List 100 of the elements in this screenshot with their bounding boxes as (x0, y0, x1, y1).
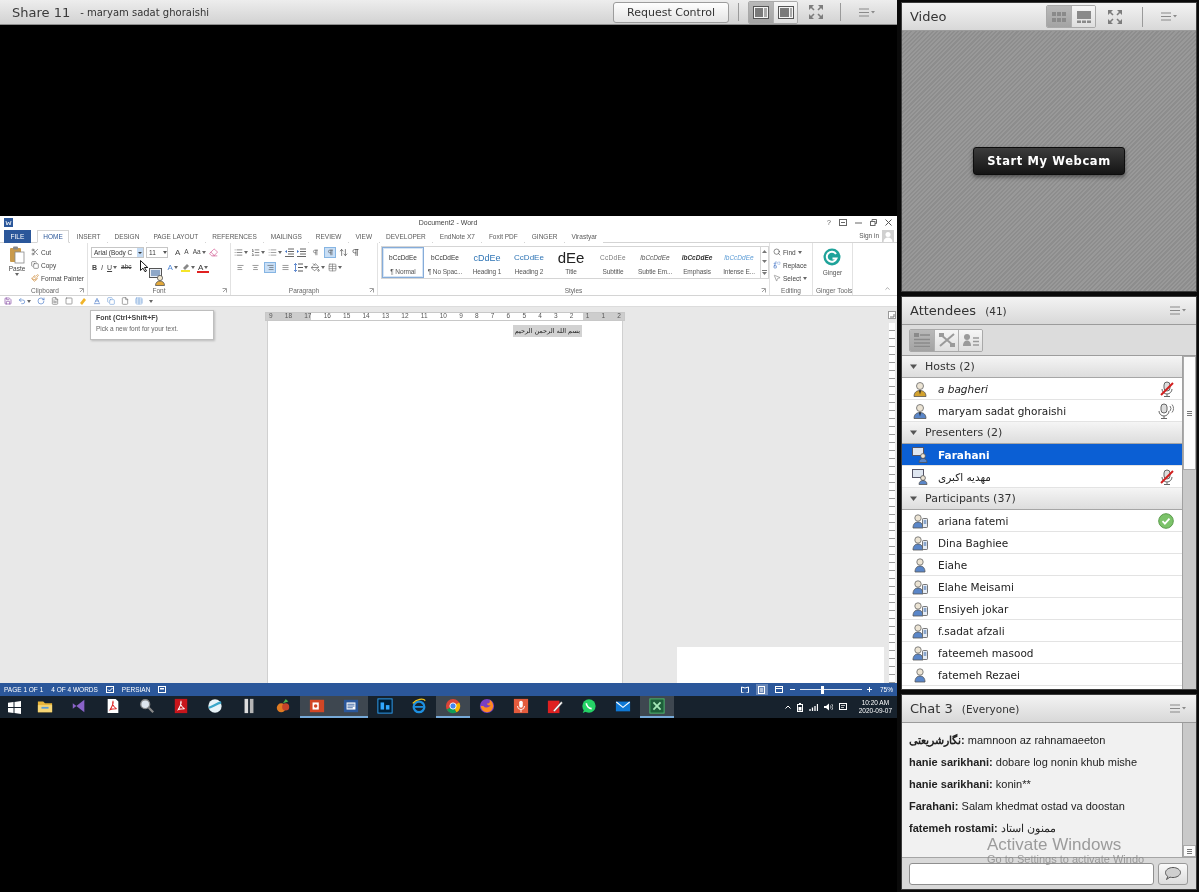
search-icon[interactable] (773, 248, 781, 256)
layout-toggle-button[interactable] (1047, 6, 1071, 27)
send-button[interactable] (1158, 862, 1188, 885)
attendee-row[interactable]: maryam sadat ghoraishi (902, 400, 1182, 422)
caret-icon[interactable] (204, 266, 209, 269)
view-toggle-button[interactable] (910, 329, 934, 351)
layout-toggle-button[interactable] (1071, 6, 1095, 27)
menu-icon[interactable] (859, 7, 875, 17)
scrollbar-thumb[interactable] (1183, 845, 1196, 857)
signal-icon[interactable] (808, 703, 818, 711)
text-color-icon[interactable] (93, 297, 101, 305)
more-styles-icon[interactable] (762, 269, 767, 275)
scissors-icon[interactable] (31, 248, 39, 256)
restore-icon[interactable] (870, 219, 877, 226)
dialog-launcher-icon[interactable] (369, 287, 374, 293)
caret-icon[interactable] (278, 251, 282, 254)
text-effects-button[interactable]: A (166, 262, 179, 273)
copy-icon[interactable] (31, 261, 39, 269)
borders-icon[interactable] (328, 263, 337, 272)
close-icon[interactable] (885, 219, 892, 226)
group-header[interactable]: Presenters (2) (902, 422, 1182, 444)
bullets-icon[interactable] (234, 248, 243, 257)
taskbar-button[interactable] (334, 696, 368, 718)
view-button[interactable] (756, 684, 768, 695)
highlighter-icon[interactable] (180, 263, 190, 272)
scroll-up-icon[interactable] (762, 250, 767, 254)
view-toggle-button[interactable] (958, 329, 982, 351)
view-toggle-button[interactable] (934, 329, 958, 351)
start-webcam-button[interactable]: Start My Webcam (973, 147, 1125, 175)
caret-icon[interactable] (261, 251, 265, 254)
multilevel-list-icon[interactable] (268, 248, 277, 257)
ribbon-display-icon[interactable] (839, 219, 847, 226)
caret-icon[interactable] (244, 251, 248, 254)
caret-icon[interactable] (304, 266, 308, 269)
file-icon[interactable] (121, 297, 129, 305)
request-control-button[interactable]: Request Control (613, 1, 729, 23)
menu-icon[interactable] (1170, 704, 1186, 713)
caret-icon[interactable] (201, 251, 206, 254)
sort-icon[interactable] (339, 248, 348, 257)
message-icon[interactable] (838, 703, 847, 711)
caret-icon[interactable] (338, 266, 342, 269)
menu-icon[interactable] (1161, 12, 1177, 21)
caret-icon[interactable] (803, 276, 808, 280)
save-icon[interactable] (4, 297, 12, 305)
group-header[interactable]: Participants (37) (902, 488, 1182, 510)
document-icon[interactable] (51, 297, 59, 305)
caret-icon[interactable] (149, 299, 153, 303)
decrease-indent-icon[interactable] (285, 248, 294, 257)
caret-icon[interactable] (173, 266, 178, 269)
scroll-down-icon[interactable] (762, 260, 767, 263)
line-spacing-icon[interactable] (294, 263, 303, 272)
list-icon (914, 333, 930, 347)
group-header[interactable]: Hosts (2) (902, 356, 1182, 378)
increase-indent-icon[interactable] (297, 248, 306, 257)
fullscreen-icon[interactable] (1107, 8, 1123, 25)
zoom-thumb[interactable] (821, 685, 825, 694)
start-icon[interactable] (7, 700, 21, 714)
pointer-icon[interactable] (773, 274, 781, 282)
taskbar-button[interactable] (300, 696, 334, 718)
zoom-in-icon[interactable] (867, 687, 872, 692)
minimize-icon[interactable] (855, 219, 862, 226)
grow-font-button[interactable]: A (174, 247, 182, 258)
attendee-row[interactable]: a bagheri (902, 378, 1182, 400)
dialog-launcher-icon[interactable] (761, 287, 766, 293)
dialog-launcher-icon[interactable] (222, 287, 227, 293)
scrollbar[interactable] (1182, 723, 1196, 857)
caret-icon[interactable] (321, 266, 325, 269)
attendee-row[interactable]: Farahani (902, 444, 1182, 466)
zoom-out-icon[interactable] (790, 687, 795, 692)
fullscreen-icon[interactable] (808, 4, 824, 20)
dialog-launcher-icon[interactable] (79, 287, 84, 293)
attendee-row[interactable]: مهدیه اکبری (902, 466, 1182, 488)
caret-icon[interactable] (190, 266, 195, 269)
ruler-toggle-icon[interactable] (888, 311, 896, 319)
eraser-icon[interactable] (208, 248, 218, 257)
attendee-row[interactable]: ariana fatemi (902, 510, 1182, 532)
chevron-up-icon[interactable] (784, 705, 791, 709)
shading-icon[interactable] (311, 263, 320, 272)
numbering-icon[interactable] (251, 248, 260, 257)
show-marks-icon[interactable] (351, 248, 360, 257)
battery-icon[interactable] (796, 702, 803, 712)
undo-icon[interactable] (18, 297, 26, 305)
checkbox-icon[interactable] (65, 297, 73, 305)
caret-icon[interactable] (15, 273, 19, 276)
scrollbar-thumb[interactable] (1183, 356, 1196, 470)
layout-toggle-button[interactable] (749, 1, 773, 23)
caret-icon[interactable] (797, 250, 802, 254)
layout-toggle-button[interactable] (773, 1, 797, 23)
caret-icon[interactable] (113, 266, 118, 269)
font-color-button[interactable]: A (196, 262, 210, 273)
menu-icon[interactable] (1170, 306, 1186, 315)
caret-icon[interactable] (163, 251, 167, 254)
view-button[interactable] (739, 684, 751, 695)
caret-icon[interactable] (137, 248, 143, 257)
caret-icon[interactable] (27, 299, 31, 303)
replace-icon[interactable] (773, 261, 781, 269)
speaker-icon[interactable] (823, 703, 833, 711)
view-button[interactable] (773, 684, 785, 695)
redo-icon[interactable] (37, 297, 45, 305)
scrollbar[interactable] (1182, 356, 1196, 689)
